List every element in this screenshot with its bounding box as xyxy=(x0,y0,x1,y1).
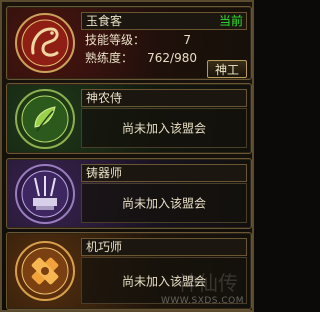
guild-title-bar: 神农侍 xyxy=(81,89,247,107)
status-box: 尚未加入该盟会 xyxy=(81,183,247,223)
not-joined-message: 尚未加入该盟会 xyxy=(121,196,206,211)
leaf-emblem-icon xyxy=(15,88,75,149)
forge-emblem-icon xyxy=(15,163,75,224)
gear-emblem-icon xyxy=(15,241,75,301)
proficiency-value: 762/980 xyxy=(147,51,197,65)
guild-card-shennongshi[interactable]: 神农侍 尚未加入该盟会 xyxy=(6,83,252,154)
watermark-logo: 神仙传 xyxy=(178,271,238,295)
guild-card-yushike[interactable]: 玉食客 当前 技能等级： 7 熟练度： 762/980 神工 xyxy=(6,6,252,80)
shengong-button[interactable]: 神工 xyxy=(207,60,247,78)
guild-card-zhuqishi[interactable]: 铸器师 尚未加入该盟会 xyxy=(6,158,252,229)
skill-level-label: 技能等级： xyxy=(85,33,146,47)
proficiency-row: 熟练度： 762/980 xyxy=(81,50,203,66)
proficiency-label: 熟练度： xyxy=(85,51,134,65)
not-joined-message: 尚未加入该盟会 xyxy=(121,121,206,136)
guild-name: 机巧师 xyxy=(86,240,123,254)
dragon-emblem-icon xyxy=(15,13,75,73)
status-box: 尚未加入该盟会 xyxy=(81,108,247,148)
watermark-url: WWW.SXDS.COM xyxy=(160,296,244,306)
guild-name: 神农侍 xyxy=(86,91,123,105)
guild-panel: 玉食客 当前 技能等级： 7 熟练度： 762/980 神工 神农侍 尚未加入该… xyxy=(0,0,254,312)
guild-title-bar: 机巧师 xyxy=(81,238,247,256)
current-badge: 当前 xyxy=(218,14,243,28)
guild-name: 铸器师 xyxy=(86,166,123,180)
skill-level-value: 7 xyxy=(183,33,191,47)
guild-title-bar: 玉食客 当前 xyxy=(81,12,247,30)
skill-level-row: 技能等级： 7 xyxy=(81,32,247,48)
guild-name: 玉食客 xyxy=(86,14,123,28)
guild-title-bar: 铸器师 xyxy=(81,164,247,182)
